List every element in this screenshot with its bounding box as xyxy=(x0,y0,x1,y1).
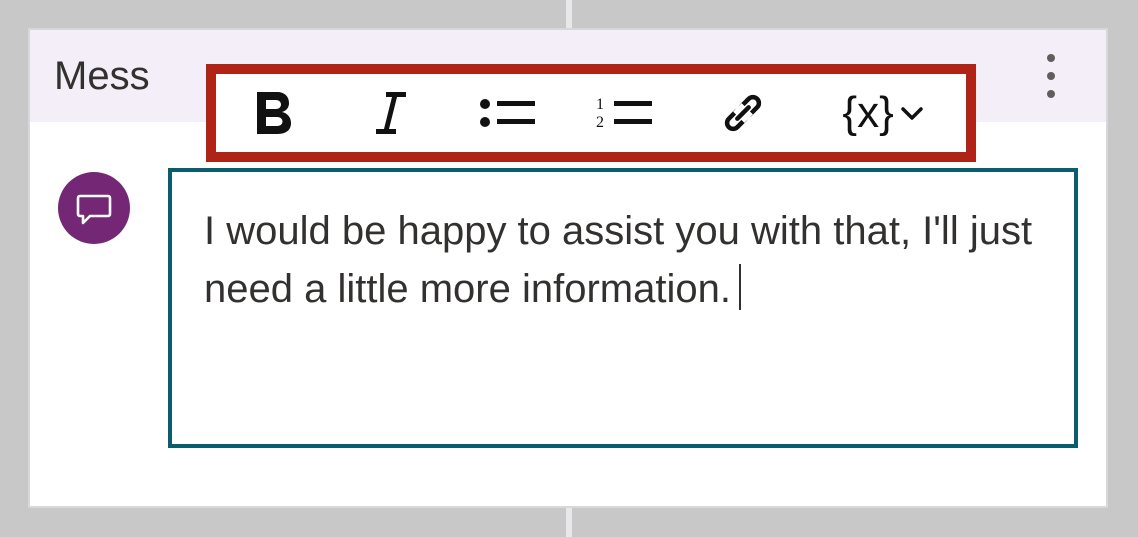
message-node-icon xyxy=(58,172,130,244)
chevron-down-icon xyxy=(898,99,926,127)
svg-text:1: 1 xyxy=(596,96,604,113)
bold-icon xyxy=(251,88,297,138)
formatting-toolbar: 1 2 {x} xyxy=(206,64,976,162)
variable-label: {x} xyxy=(842,88,893,138)
bullet-list-icon xyxy=(477,90,539,136)
svg-text:2: 2 xyxy=(596,114,604,131)
bold-button[interactable] xyxy=(230,78,317,148)
link-icon xyxy=(717,87,769,139)
node-body: I would be happy to assist you with that… xyxy=(30,122,1106,506)
message-node-card: Mess 1 xyxy=(28,28,1108,508)
insert-variable-button[interactable]: {x} xyxy=(816,78,952,148)
message-text: I would be happy to assist you with that… xyxy=(204,209,1032,311)
link-button[interactable] xyxy=(699,78,786,148)
node-header-label: Mess xyxy=(54,54,150,99)
message-editor[interactable]: I would be happy to assist you with that… xyxy=(168,168,1078,448)
italic-icon xyxy=(368,88,414,138)
text-cursor xyxy=(739,264,741,310)
more-options-button[interactable] xyxy=(1026,30,1076,122)
italic-button[interactable] xyxy=(347,78,434,148)
message-icon xyxy=(74,188,114,228)
numbered-list-icon: 1 2 xyxy=(594,90,656,136)
numbered-list-button[interactable]: 1 2 xyxy=(582,78,669,148)
bullet-list-button[interactable] xyxy=(465,78,552,148)
